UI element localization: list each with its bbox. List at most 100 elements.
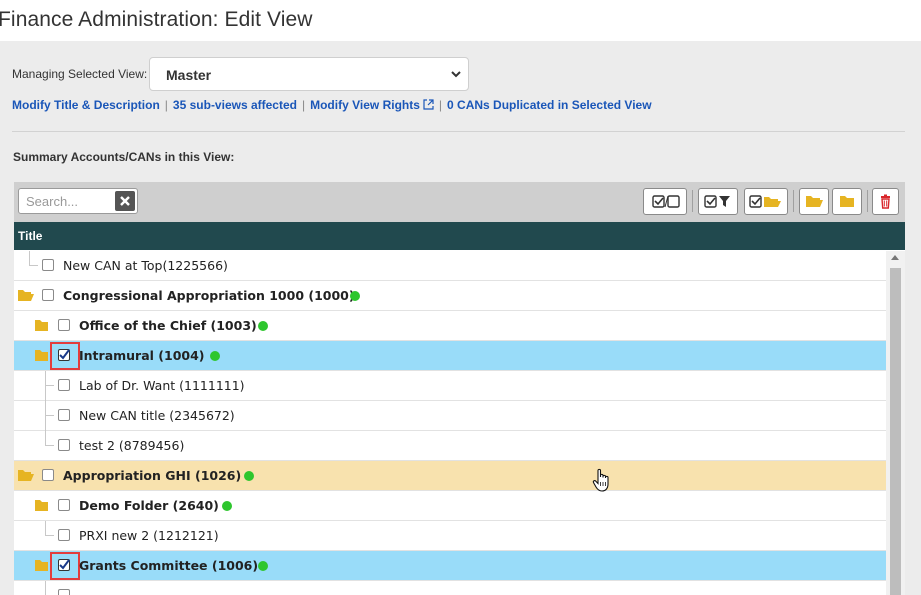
row-label: New CAN at Top(1225566) bbox=[63, 258, 228, 273]
row-checkbox[interactable] bbox=[58, 319, 70, 331]
checkbox-highlight-box bbox=[50, 552, 80, 580]
modify-title-link[interactable]: Modify Title & Description bbox=[12, 98, 160, 112]
toolbar-separator bbox=[692, 190, 693, 212]
close-icon bbox=[120, 196, 130, 206]
folder-icon[interactable] bbox=[34, 319, 50, 333]
status-green-dot-icon bbox=[222, 501, 232, 511]
folder-open-icon[interactable] bbox=[18, 289, 34, 303]
row-label: Appropriation GHI (1026) bbox=[63, 468, 242, 483]
folder-icon[interactable] bbox=[34, 349, 50, 363]
search-input[interactable] bbox=[19, 189, 113, 213]
tree-row[interactable]: Congressional Appropriation 1000 (1000) bbox=[14, 281, 886, 311]
row-checkbox[interactable] bbox=[42, 289, 54, 301]
tree-line bbox=[45, 385, 54, 386]
link-separator: | bbox=[301, 98, 306, 112]
modify-rights-label: Modify View Rights bbox=[310, 98, 420, 112]
tree-row-selected[interactable]: Grants Committee (1006) bbox=[14, 551, 886, 581]
collapse-all-button[interactable] bbox=[832, 188, 862, 215]
tree-row[interactable]: test 2 (8789456) bbox=[14, 431, 886, 461]
tree-line bbox=[45, 431, 46, 445]
tree-row[interactable]: Lab of Dr. Want (1111111) bbox=[14, 371, 886, 401]
managing-view-label: Managing Selected View: bbox=[12, 67, 148, 81]
tree-line bbox=[45, 581, 46, 595]
status-green-dot-icon bbox=[258, 321, 268, 331]
row-label: Grants Committee (1006) bbox=[79, 558, 259, 573]
row-checkbox[interactable] bbox=[58, 529, 70, 541]
scroll-up-arrow-icon[interactable] bbox=[891, 255, 899, 260]
row-label: Lab of Dr. Want (1111111) bbox=[79, 378, 245, 393]
chevron-down-icon bbox=[451, 71, 461, 78]
tree-row[interactable]: PRXI new 2 (1212121) bbox=[14, 521, 886, 551]
row-label: PRXI new 2 (1212121) bbox=[79, 528, 219, 543]
row-checkbox[interactable] bbox=[58, 439, 70, 451]
tree-panel: Title New CAN at Top(1225566) Congressio… bbox=[14, 182, 905, 595]
toggle-select-all-button[interactable] bbox=[643, 188, 687, 215]
link-separator: | bbox=[438, 98, 443, 112]
tree-line bbox=[45, 521, 46, 535]
search-clear-button[interactable] bbox=[115, 191, 135, 211]
row-label: Congressional Appropriation 1000 (1000) bbox=[63, 288, 355, 303]
tree-row-hovered[interactable]: Appropriation GHI (1026) bbox=[14, 461, 886, 491]
tree-body: New CAN at Top(1225566) Congressional Ap… bbox=[14, 251, 886, 595]
page-title: Finance Administration: Edit View bbox=[0, 8, 313, 31]
row-checkbox[interactable] bbox=[42, 469, 54, 481]
tree-row[interactable] bbox=[14, 581, 886, 595]
view-select[interactable]: Master bbox=[149, 57, 469, 91]
tree-toolbar bbox=[14, 182, 905, 222]
modify-rights-link[interactable]: Modify View Rights bbox=[310, 98, 434, 112]
tree-line bbox=[29, 251, 30, 265]
tree-row-selected[interactable]: Intramural (1004) bbox=[14, 341, 886, 371]
row-checkbox[interactable] bbox=[58, 589, 70, 595]
tree-scrollbar[interactable] bbox=[886, 251, 905, 595]
delete-button[interactable] bbox=[872, 188, 899, 215]
folder-icon[interactable] bbox=[34, 499, 50, 513]
tree-line bbox=[45, 371, 46, 401]
tree-header-row: Title bbox=[14, 222, 905, 250]
tree-row[interactable]: New CAN title (2345672) bbox=[14, 401, 886, 431]
title-bar: Finance Administration: Edit View bbox=[0, 0, 921, 41]
scroll-thumb[interactable] bbox=[890, 268, 901, 595]
select-filtered-button[interactable] bbox=[698, 188, 738, 215]
tree-line bbox=[29, 265, 38, 266]
checkbox-highlight-box bbox=[50, 342, 80, 370]
sub-views-link[interactable]: 35 sub-views affected bbox=[173, 98, 297, 112]
folder-open-icon bbox=[806, 196, 823, 207]
tree-line bbox=[45, 445, 54, 446]
tree-line bbox=[45, 415, 54, 416]
folder-icon[interactable] bbox=[34, 559, 50, 573]
row-checkbox[interactable] bbox=[58, 379, 70, 391]
row-label: Intramural (1004) bbox=[79, 348, 205, 363]
tree-row[interactable]: Demo Folder (2640) bbox=[14, 491, 886, 521]
section-label: Summary Accounts/CANs in this View: bbox=[13, 150, 235, 164]
folder-icon bbox=[840, 196, 854, 207]
status-green-dot-icon bbox=[244, 471, 254, 481]
view-select-value: Master bbox=[166, 67, 212, 83]
section-divider bbox=[12, 131, 905, 132]
external-link-icon bbox=[423, 99, 434, 110]
column-header-title: Title bbox=[18, 229, 43, 243]
check-folder-icon bbox=[749, 195, 781, 208]
expand-all-button[interactable] bbox=[799, 188, 829, 215]
row-label: Demo Folder (2640) bbox=[79, 498, 219, 513]
status-green-dot-icon bbox=[350, 291, 360, 301]
tree-row[interactable]: New CAN at Top(1225566) bbox=[14, 251, 886, 281]
status-green-dot-icon bbox=[258, 561, 268, 571]
check-filter-icon bbox=[704, 195, 730, 208]
folder-open-icon[interactable] bbox=[18, 469, 34, 483]
row-checkbox[interactable] bbox=[42, 259, 54, 271]
toolbar-separator bbox=[867, 190, 868, 212]
tree-line bbox=[45, 535, 54, 536]
trash-icon bbox=[881, 194, 890, 209]
select-folders-button[interactable] bbox=[744, 188, 788, 215]
hand-cursor-icon bbox=[592, 468, 609, 492]
row-checkbox[interactable] bbox=[58, 409, 70, 421]
tree-row[interactable]: Office of the Chief (1003) bbox=[14, 311, 886, 341]
link-separator: | bbox=[164, 98, 168, 112]
toolbar-separator bbox=[793, 190, 794, 212]
row-label: test 2 (8789456) bbox=[79, 438, 185, 453]
cans-duplicated-link[interactable]: 0 CANs Duplicated in Selected View bbox=[447, 98, 652, 112]
row-label: New CAN title (2345672) bbox=[79, 408, 235, 423]
row-checkbox[interactable] bbox=[58, 499, 70, 511]
search-box bbox=[18, 188, 138, 214]
status-green-dot-icon bbox=[210, 351, 220, 361]
